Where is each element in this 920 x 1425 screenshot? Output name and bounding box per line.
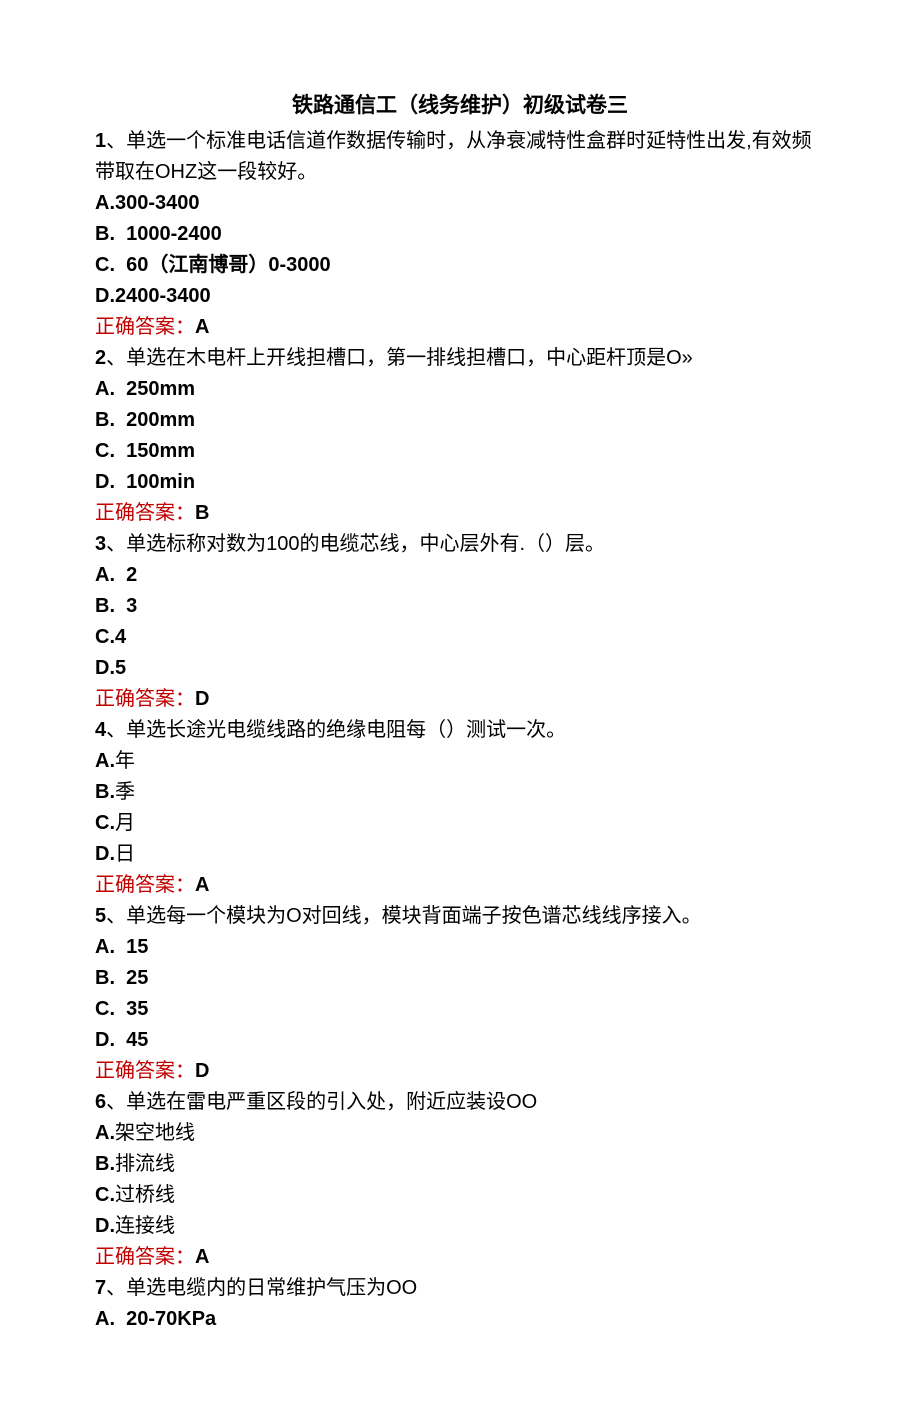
option-c: C. 35 xyxy=(95,994,825,1025)
question-text: 1、单选一个标准电话信道作数据传输时，从净衰减特性盒群时延特性出发,有效频带取在… xyxy=(95,126,825,188)
question-5: 5、单选每一个模块为O对回线，模块背面端子按色谱芯线线序接入。 A. 15 B.… xyxy=(95,901,825,1087)
question-4: 4、单选长途光电缆线路的绝缘电阻每（）测试一次。 A.年 B.季 C.月 D.日… xyxy=(95,715,825,901)
question-text: 6、单选在雷电严重区段的引入处，附近应装设OO xyxy=(95,1087,825,1118)
question-body: 电缆内的日常维护气压为OO xyxy=(166,1277,417,1299)
option-b: B.季 xyxy=(95,777,825,808)
question-number: 4 xyxy=(95,719,106,741)
question-type: 单选 xyxy=(126,533,166,555)
question-3: 3、单选标称对数为100的电缆芯线，中心层外有.（）层。 A. 2 B. 3 C… xyxy=(95,529,825,715)
option-c: C. 60（江南博哥）0-3000 xyxy=(95,250,825,281)
answer: 正确答案：A xyxy=(95,312,825,343)
question-text: 2、单选在木电杆上开线担槽口，第一排线担槽口，中心距杆顶是O» xyxy=(95,343,825,374)
question-body: 长途光电缆线路的绝缘电阻每（）测试一次。 xyxy=(166,719,566,741)
option-c: C.月 xyxy=(95,808,825,839)
option-a: A. 20-70KPa xyxy=(95,1304,825,1335)
question-number: 6 xyxy=(95,1091,106,1113)
option-b: B. 200mm xyxy=(95,405,825,436)
question-body: 在木电杆上开线担槽口，第一排线担槽口，中心距杆顶是O» xyxy=(166,347,693,369)
option-c: C. 150mm xyxy=(95,436,825,467)
question-number: 5 xyxy=(95,905,106,927)
question-type: 单选 xyxy=(126,1277,166,1299)
question-body: 一个标准电话信道作数据传输时，从净衰减特性盒群时延特性出发,有效频带取在OHZ这… xyxy=(95,130,812,183)
question-number: 7 xyxy=(95,1277,106,1299)
question-6: 6、单选在雷电严重区段的引入处，附近应装设OO A.架空地线 B.排流线 C.过… xyxy=(95,1087,825,1273)
option-d: D.5 xyxy=(95,653,825,684)
option-a: A. 2 xyxy=(95,560,825,591)
question-text: 3、单选标称对数为100的电缆芯线，中心层外有.（）层。 xyxy=(95,529,825,560)
answer: 正确答案：D xyxy=(95,1056,825,1087)
option-a: A. 15 xyxy=(95,932,825,963)
option-d: D.连接线 xyxy=(95,1211,825,1242)
question-body: 每一个模块为O对回线，模块背面端子按色谱芯线线序接入。 xyxy=(166,905,702,927)
option-a: A.年 xyxy=(95,746,825,777)
option-a: A.架空地线 xyxy=(95,1118,825,1149)
option-d: D.日 xyxy=(95,839,825,870)
question-number: 1 xyxy=(95,130,106,152)
question-type: 单选 xyxy=(126,130,166,152)
answer: 正确答案：A xyxy=(95,1242,825,1273)
answer: 正确答案：B xyxy=(95,498,825,529)
question-type: 单选 xyxy=(126,719,166,741)
option-c: C.4 xyxy=(95,622,825,653)
option-d: D. 45 xyxy=(95,1025,825,1056)
question-body: 标称对数为100的电缆芯线，中心层外有.（）层。 xyxy=(166,533,605,555)
option-d: D. 100min xyxy=(95,467,825,498)
option-d: D.2400-3400 xyxy=(95,281,825,312)
option-a: A. 250mm xyxy=(95,374,825,405)
question-text: 5、单选每一个模块为O对回线，模块背面端子按色谱芯线线序接入。 xyxy=(95,901,825,932)
question-1: 1、单选一个标准电话信道作数据传输时，从净衰减特性盒群时延特性出发,有效频带取在… xyxy=(95,126,825,343)
question-text: 4、单选长途光电缆线路的绝缘电阻每（）测试一次。 xyxy=(95,715,825,746)
question-type: 单选 xyxy=(126,347,166,369)
question-type: 单选 xyxy=(126,1091,166,1113)
question-text: 7、单选电缆内的日常维护气压为OO xyxy=(95,1273,825,1304)
question-2: 2、单选在木电杆上开线担槽口，第一排线担槽口，中心距杆顶是O» A. 250mm… xyxy=(95,343,825,529)
option-c: C.过桥线 xyxy=(95,1180,825,1211)
question-number: 2 xyxy=(95,347,106,369)
answer: 正确答案：A xyxy=(95,870,825,901)
question-body: 在雷电严重区段的引入处，附近应装设OO xyxy=(166,1091,537,1113)
question-number: 3 xyxy=(95,533,106,555)
option-a: A.300-3400 xyxy=(95,188,825,219)
option-b: B. 3 xyxy=(95,591,825,622)
document-title: 铁路通信工（线务维护）初级试卷三 xyxy=(95,90,825,123)
option-b: B.排流线 xyxy=(95,1149,825,1180)
answer: 正确答案：D xyxy=(95,684,825,715)
question-7: 7、单选电缆内的日常维护气压为OO A. 20-70KPa xyxy=(95,1273,825,1335)
option-b: B. 25 xyxy=(95,963,825,994)
option-b: B. 1000-2400 xyxy=(95,219,825,250)
question-type: 单选 xyxy=(126,905,166,927)
